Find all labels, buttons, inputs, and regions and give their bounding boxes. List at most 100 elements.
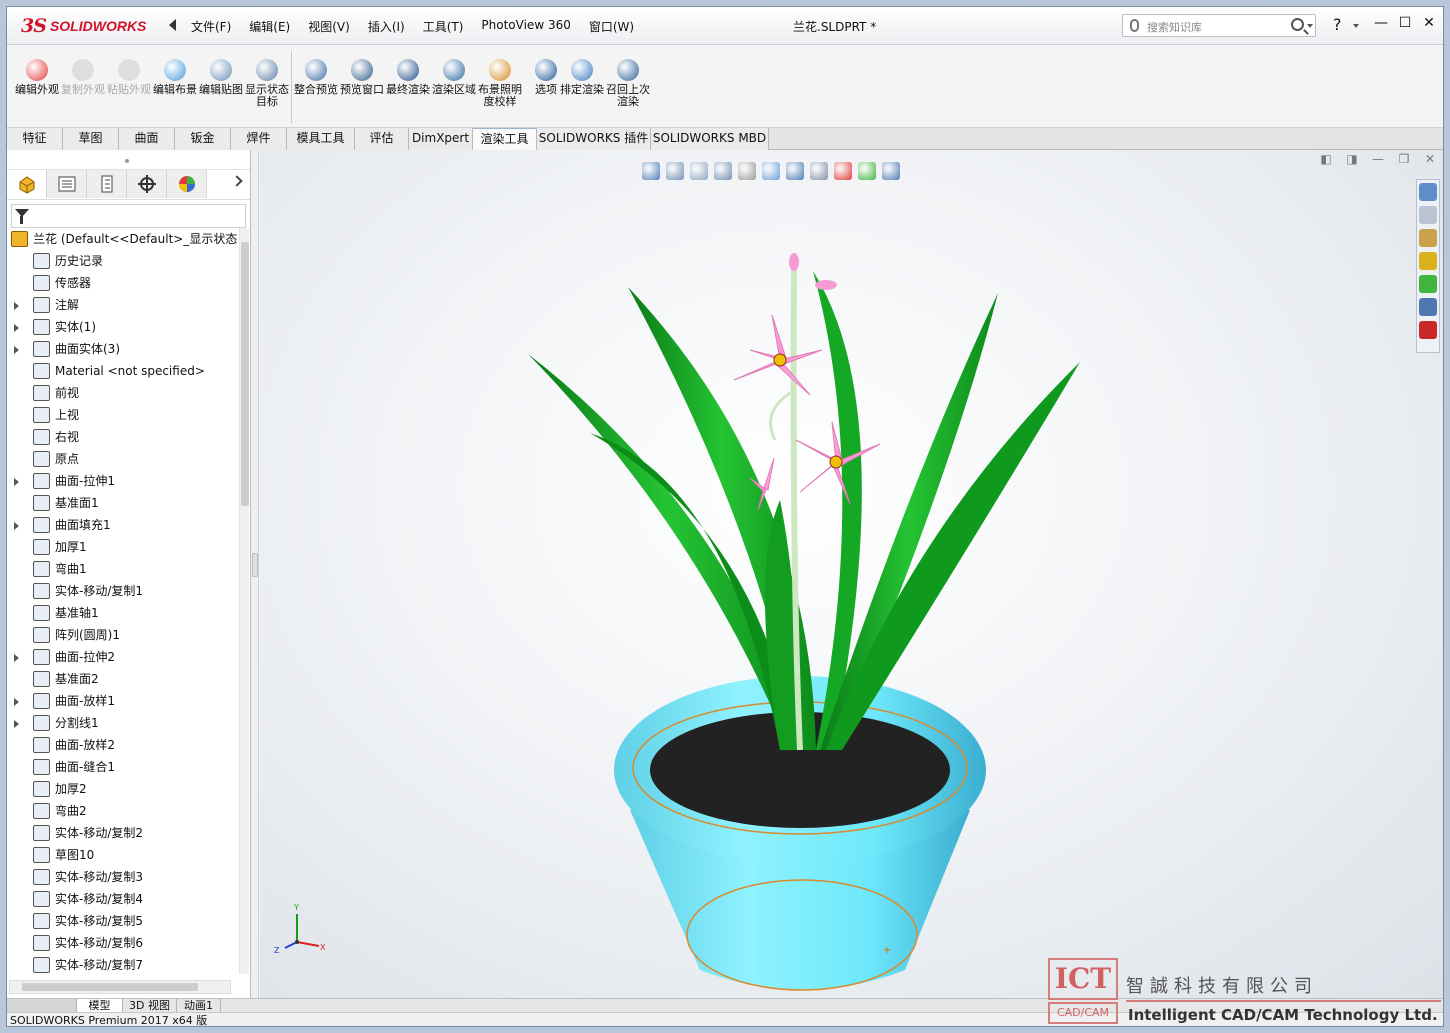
splitter-grip[interactable] <box>252 553 258 577</box>
menu-item-5[interactable]: PhotoView 360 <box>481 18 570 35</box>
graphics-area[interactable]: ◧ ◨ — ❐ ✕ Y X Z <box>260 150 1444 998</box>
tab-0[interactable]: 特征 <box>7 128 63 150</box>
menu-item-3[interactable]: 插入(I) <box>368 18 405 35</box>
design-library-icon[interactable] <box>1419 206 1437 224</box>
tree-item[interactable]: 实体-移动/复制2 <box>7 822 239 844</box>
tree-filter-box[interactable] <box>11 204 246 228</box>
ribbon-button-2[interactable]: 粘贴外观 <box>107 59 151 96</box>
expand-arrow-icon[interactable] <box>14 324 19 332</box>
ribbon-button-7[interactable]: 预览窗口 <box>340 59 384 96</box>
configuration-manager-tab[interactable] <box>87 170 127 198</box>
home-icon[interactable] <box>1419 183 1437 201</box>
tab-9[interactable]: SOLIDWORKS 插件 <box>537 128 651 150</box>
search-box[interactable]: 搜索知识库 <box>1122 14 1316 37</box>
tree-item[interactable]: 阵列(圆周)1 <box>7 624 239 646</box>
minimize-button[interactable]: — <box>1371 15 1391 35</box>
expand-arrow-icon[interactable] <box>14 720 19 728</box>
search-icon[interactable] <box>1291 18 1304 31</box>
solidworks-resources-icon[interactable] <box>1419 321 1437 339</box>
menu-item-6[interactable]: 窗口(W) <box>589 18 634 35</box>
tree-item[interactable]: 弯曲1 <box>7 558 239 580</box>
tree-item[interactable]: 分割线1 <box>7 712 239 734</box>
expand-arrow-icon[interactable] <box>14 346 19 354</box>
tab-1[interactable]: 草图 <box>63 128 119 150</box>
appearances-icon[interactable] <box>1419 275 1437 293</box>
tab-3[interactable]: 钣金 <box>175 128 231 150</box>
tree-item[interactable]: 曲面-放样1 <box>7 690 239 712</box>
panel-collapse-bar[interactable] <box>7 150 250 170</box>
tree-item[interactable]: 曲面-放样2 <box>7 734 239 756</box>
tab-7[interactable]: DimXpert <box>409 128 473 150</box>
file-explorer-icon[interactable] <box>1419 229 1437 247</box>
tree-item[interactable]: 传感器 <box>7 272 239 294</box>
ribbon-button-9[interactable]: 渲染区域 <box>432 59 476 96</box>
tab-8[interactable]: 渲染工具 <box>473 128 537 150</box>
ribbon-button-1[interactable]: 复制外观 <box>61 59 105 96</box>
view-palette-icon[interactable] <box>1419 252 1437 270</box>
tree-item[interactable]: 实体-移动/复制6 <box>7 932 239 954</box>
tree-item[interactable]: 实体-移动/复制1 <box>7 580 239 602</box>
ribbon-button-3[interactable]: 编辑布景 <box>153 59 197 96</box>
dimxpert-manager-tab[interactable] <box>127 170 167 198</box>
tree-item[interactable]: 加厚1 <box>7 536 239 558</box>
help-button[interactable]: ? <box>1333 15 1342 34</box>
search-dropdown-icon[interactable] <box>1307 24 1313 28</box>
tab-2[interactable]: 曲面 <box>119 128 175 150</box>
ribbon-button-13[interactable]: 召回上次渲染 <box>606 59 650 108</box>
property-manager-tab[interactable] <box>47 170 87 198</box>
tab-10[interactable]: SOLIDWORKS MBD <box>651 128 769 150</box>
expand-arrow-icon[interactable] <box>14 698 19 706</box>
tree-item[interactable]: 草图10 <box>7 844 239 866</box>
help-dropdown-icon[interactable] <box>1353 24 1359 28</box>
tab-scroll-arrows[interactable] <box>7 999 77 1013</box>
tree-item[interactable]: 曲面-拉伸1 <box>7 470 239 492</box>
tree-item[interactable]: 实体-移动/复制7 <box>7 954 239 974</box>
expand-arrow-icon[interactable] <box>14 478 19 486</box>
tree-item[interactable]: 加厚2 <box>7 778 239 800</box>
tree-item[interactable]: 曲面填充1 <box>7 514 239 536</box>
menu-item-0[interactable]: 文件(F) <box>191 18 231 35</box>
menu-pin-arrow-icon[interactable] <box>169 19 176 31</box>
ribbon-button-5[interactable]: 显示状态目标 <box>245 59 289 108</box>
ribbon-button-8[interactable]: 最终渲染 <box>386 59 430 96</box>
tree-item[interactable]: Material <not specified> <box>7 360 239 382</box>
panel-splitter[interactable] <box>251 150 259 998</box>
menu-item-1[interactable]: 编辑(E) <box>249 18 290 35</box>
tree-item[interactable]: 实体-移动/复制5 <box>7 910 239 932</box>
bottom-tab-1[interactable]: 3D 视图 <box>123 999 177 1013</box>
tree-item[interactable]: 曲面-缝合1 <box>7 756 239 778</box>
bottom-tab-0[interactable]: 模型 <box>77 999 123 1013</box>
menu-item-2[interactable]: 视图(V) <box>308 18 350 35</box>
custom-properties-icon[interactable] <box>1419 298 1437 316</box>
expand-arrow-icon[interactable] <box>14 654 19 662</box>
tree-item[interactable]: 基准面1 <box>7 492 239 514</box>
tree-item[interactable]: 实体-移动/复制3 <box>7 866 239 888</box>
tree-item[interactable]: 上视 <box>7 404 239 426</box>
tree-item[interactable]: 基准轴1 <box>7 602 239 624</box>
ribbon-button-10[interactable]: 布景照明度校样 <box>478 59 522 108</box>
tree-item[interactable]: 弯曲2 <box>7 800 239 822</box>
orchid-model[interactable]: Y X Z <box>260 150 1444 998</box>
expand-arrow-icon[interactable] <box>14 302 19 310</box>
expand-arrow-icon[interactable] <box>14 522 19 530</box>
tree-horizontal-scrollbar[interactable] <box>9 980 231 994</box>
tree-item[interactable]: 历史记录 <box>7 250 239 272</box>
bottom-tab-2[interactable]: 动画1 <box>177 999 221 1013</box>
tree-vertical-scrollbar[interactable] <box>239 228 249 974</box>
ribbon-button-0[interactable]: 编辑外观 <box>15 59 59 96</box>
tree-item[interactable]: 实体(1) <box>7 316 239 338</box>
tree-item[interactable]: 基准面2 <box>7 668 239 690</box>
maximize-button[interactable]: ☐ <box>1395 15 1415 35</box>
tree-item[interactable]: 曲面实体(3) <box>7 338 239 360</box>
tree-root-part[interactable]: 兰花 (Default<<Default>_显示状态 <box>7 228 239 250</box>
ribbon-button-4[interactable]: 编辑贴图 <box>199 59 243 96</box>
tab-5[interactable]: 模具工具 <box>287 128 355 150</box>
tree-item[interactable]: 注解 <box>7 294 239 316</box>
display-manager-tab[interactable] <box>167 170 207 198</box>
scroll-thumb[interactable] <box>241 242 249 506</box>
close-button[interactable]: ✕ <box>1419 15 1439 35</box>
tree-item[interactable]: 实体-移动/复制4 <box>7 888 239 910</box>
solidworks-logo[interactable]: 3S SOLIDWORKS <box>21 11 161 41</box>
tree-item[interactable]: 前视 <box>7 382 239 404</box>
more-tabs-chevron-icon[interactable] <box>231 175 243 187</box>
